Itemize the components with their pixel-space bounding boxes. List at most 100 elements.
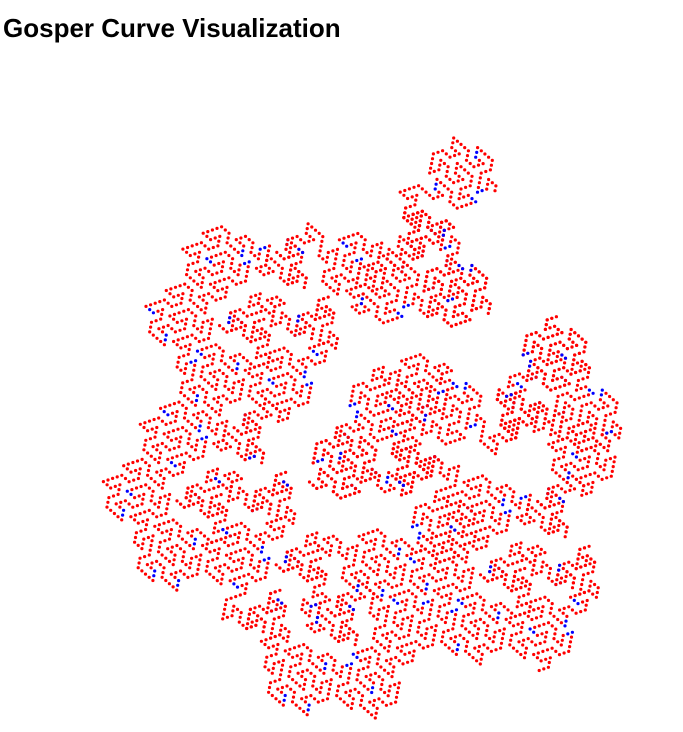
curve-point: [554, 582, 558, 587]
curve-point: [446, 388, 450, 392]
curve-point: [459, 321, 463, 325]
curve-point: [158, 540, 162, 544]
curve-point: [366, 576, 370, 580]
curve-point: [245, 626, 249, 631]
curve-point: [525, 507, 530, 512]
curve-point: [338, 635, 342, 639]
curve-point: [386, 582, 390, 586]
curve-point: [371, 596, 375, 601]
curve-point: [160, 531, 164, 535]
curve-point: [318, 472, 322, 476]
curve-point: [315, 615, 320, 620]
curve-point: [422, 289, 426, 293]
curve-point: [205, 257, 209, 261]
curve-point: [491, 617, 495, 622]
curve-point: [211, 558, 215, 562]
curve-point: [589, 401, 593, 405]
curve-point: [150, 494, 154, 498]
curve-point: [111, 476, 115, 480]
curve-point: [380, 682, 384, 687]
curve-point: [521, 621, 525, 625]
curve-point: [331, 534, 335, 538]
curve-point: [446, 365, 450, 370]
curve-point: [351, 389, 355, 393]
curve-point: [289, 509, 293, 513]
curve-point: [307, 239, 311, 243]
curve-point: [536, 606, 541, 610]
curve-point: [267, 534, 271, 538]
curve-point: [296, 274, 300, 278]
curve-point: [330, 628, 334, 632]
curve-point: [552, 525, 556, 529]
curve-point: [358, 284, 363, 288]
curve-point: [366, 402, 370, 406]
curve-point: [180, 453, 184, 457]
curve-point: [499, 401, 503, 405]
curve-point: [419, 236, 423, 240]
curve-point: [557, 434, 561, 438]
curve-point: [401, 265, 405, 269]
curve-point: [428, 389, 432, 393]
curve-point: [362, 706, 366, 711]
curve-point: [611, 465, 615, 469]
curve-point: [149, 303, 153, 307]
curve-point: [528, 515, 532, 520]
curve-point: [423, 284, 427, 288]
curve-point: [395, 539, 399, 543]
curve-point: [434, 557, 438, 561]
curve-point: [462, 480, 466, 484]
curve-point: [502, 627, 506, 631]
curve-point: [562, 606, 566, 611]
curve-point: [346, 681, 350, 685]
curve-point: [530, 617, 534, 622]
curve-point: [271, 599, 275, 604]
curve-point: [316, 593, 320, 597]
curve-point: [183, 327, 187, 331]
curve-point: [298, 332, 302, 336]
curve-point: [252, 303, 256, 307]
curve-point: [105, 483, 109, 487]
curve-point: [166, 502, 170, 506]
curve-point: [385, 569, 389, 574]
curve-point: [228, 579, 232, 583]
curve-point: [615, 401, 619, 405]
curve-point: [372, 458, 376, 462]
curve-point: [520, 402, 524, 406]
curve-point: [291, 365, 295, 369]
curve-point: [179, 346, 183, 350]
curve-point: [555, 332, 559, 336]
curve-point: [367, 549, 371, 553]
curve-point: [418, 219, 422, 223]
curve-point: [480, 434, 484, 438]
curve-point: [185, 268, 190, 272]
curve-point: [236, 451, 240, 455]
curve-point: [581, 377, 585, 381]
curve-point: [279, 606, 283, 610]
curve-point: [443, 246, 447, 250]
curve-point: [595, 417, 599, 421]
curve-point: [564, 574, 568, 579]
curve-point: [216, 551, 220, 556]
curve-point: [355, 281, 359, 285]
curve-point: [289, 268, 293, 272]
curve-point: [202, 512, 207, 516]
curve-point: [302, 375, 306, 379]
curve-point: [472, 299, 476, 303]
curve-point: [449, 324, 454, 328]
curve-point: [240, 253, 244, 258]
curve-point: [249, 429, 253, 433]
curve-point: [236, 429, 240, 433]
curve-point: [428, 300, 432, 304]
curve-point: [328, 682, 332, 687]
curve-point: [525, 423, 529, 427]
curve-point: [420, 566, 424, 570]
curve-point: [470, 174, 474, 178]
curve-point: [278, 700, 282, 704]
curve-point: [424, 632, 428, 636]
curve-point: [506, 429, 510, 433]
curve-point: [444, 616, 448, 620]
curve-point: [440, 461, 444, 465]
curve-point: [196, 411, 200, 415]
curve-point: [305, 668, 309, 672]
curve-point: [221, 394, 225, 398]
